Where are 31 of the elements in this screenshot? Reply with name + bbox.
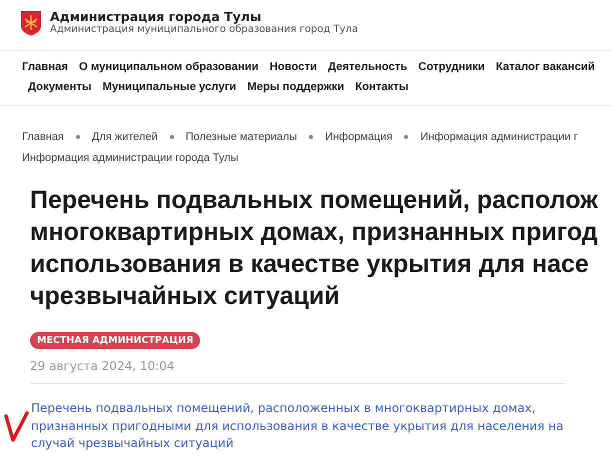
nav-link[interactable]: Сотрудники: [418, 61, 485, 73]
nav-link[interactable]: Меры поддержки: [247, 81, 344, 93]
nav-link[interactable]: О муниципальном образовании: [78, 61, 259, 73]
nav-link[interactable]: Документы: [28, 81, 92, 93]
document-link[interactable]: Перечень подвальных помещений, расположенных в многоквартирных домах, признанных пригодными для использования в качестве укрытия для населения на случай чрезвычайных ситуаций: [31, 400, 572, 452]
site-subtitle: Администрация муниципального образования город Тула: [50, 24, 358, 36]
publish-date: 29 августа 2024, 10:04: [29, 358, 176, 373]
site-title[interactable]: Администрация города Тулы: [50, 10, 358, 24]
breadcrumb-link[interactable]: Для жителей: [92, 131, 158, 143]
article-title-line: многоквартирных домах, признанных пригод: [30, 217, 599, 248]
nav-link[interactable]: Контакты: [355, 81, 408, 93]
check-mark-drawing: [3, 410, 29, 444]
article-title-line: использования в качестве укрытия для насе: [30, 249, 590, 280]
bullet-icon: [170, 135, 174, 139]
bullet-icon: [404, 135, 408, 139]
nav-link[interactable]: Муниципальные услуги: [102, 81, 236, 93]
nav-link[interactable]: Главная: [22, 61, 68, 73]
breadcrumb-link[interactable]: Полезные материалы: [186, 131, 298, 143]
breadcrumb-link[interactable]: Главная: [22, 131, 64, 143]
nav-link[interactable]: Каталог вакансий: [496, 61, 595, 73]
breadcrumb-link[interactable]: Информация: [325, 131, 392, 143]
article-title-line: Перечень подвальных помещений, располож: [30, 185, 599, 216]
nav-link[interactable]: Деятельность: [328, 61, 408, 73]
bullet-icon: [76, 135, 80, 139]
nav-link[interactable]: Новости: [270, 61, 317, 73]
category-tag[interactable]: МЕСТНАЯ АДМИНИСТРАЦИЯ: [30, 332, 200, 349]
coat-of-arms-icon: [20, 10, 42, 36]
breadcrumb-current: Информация администрации города Тулы: [21, 151, 240, 164]
bullet-icon: [309, 135, 314, 139]
article-title-line: чрезвычайных ситуаций: [30, 281, 341, 312]
breadcrumb-link[interactable]: Информация администрации г: [420, 131, 578, 143]
